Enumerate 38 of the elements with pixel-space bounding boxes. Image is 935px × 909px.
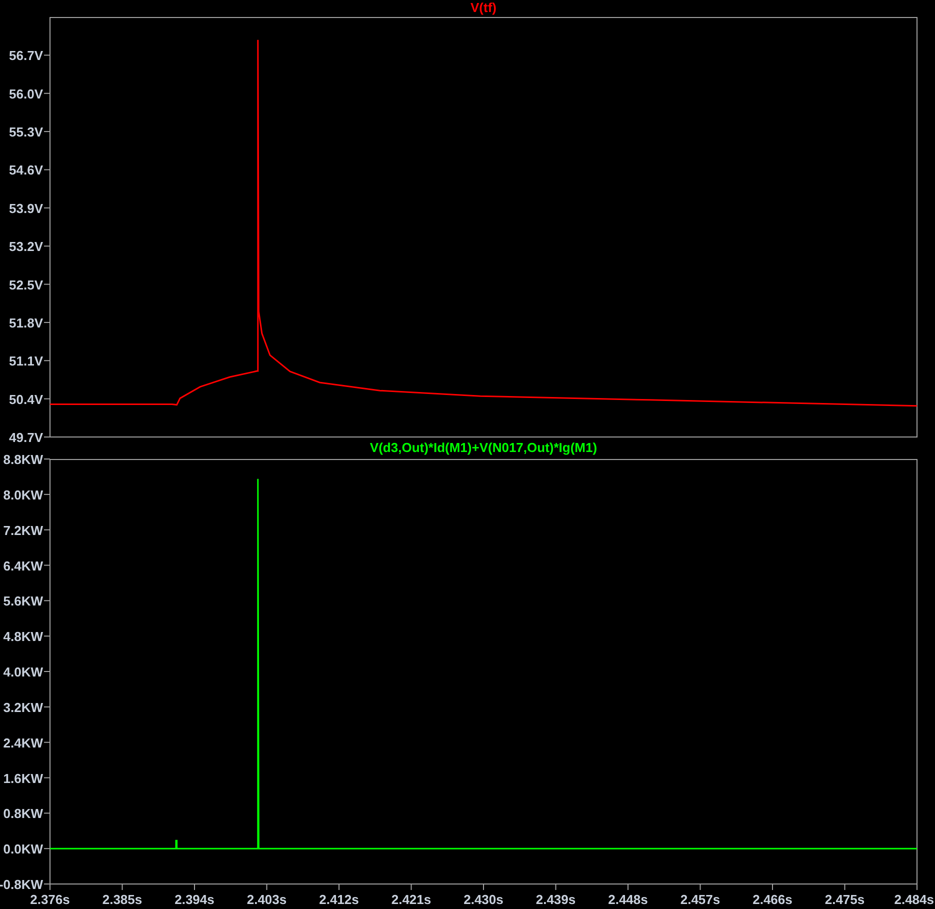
y-tick-label: 0.0KW: [3, 842, 43, 857]
y-tick-label: 54.6V: [9, 162, 43, 178]
x-tick-label: 2.430s: [464, 892, 504, 907]
x-tick-label: 2.403s: [246, 892, 287, 907]
y-tick-label: 53.2V: [9, 239, 43, 254]
y-tick-label: 51.8V: [9, 315, 43, 330]
y-tick-label: 56.0V: [9, 86, 43, 102]
y-tick-label: 7.2KW: [3, 522, 43, 538]
x-tick-label: 2.394s: [174, 892, 214, 907]
x-tick-label: 2.412s: [319, 892, 359, 907]
x-tick-label: 2.385s: [102, 892, 142, 907]
x-tick-label: 2.421s: [391, 892, 432, 907]
chart-title: V(d3,Out)*Id(M1)+V(N017,Out)*Ig(M1): [370, 440, 598, 457]
y-tick-label: 8.8KW: [3, 452, 43, 467]
x-tick-label: 2.466s: [752, 892, 792, 907]
x-tick-label: 2.484s: [894, 892, 934, 907]
x-tick-label: 2.457s: [680, 892, 720, 907]
y-tick-label: 1.6KW: [3, 770, 43, 786]
y-tick-label: 0.8KW: [3, 806, 43, 822]
y-tick-label: 53.9V: [9, 200, 43, 216]
y-tick-label: 51.1V: [9, 354, 43, 369]
y-tick-label: 49.7V: [9, 430, 43, 445]
y-tick-label: 4.8KW: [3, 629, 43, 644]
x-tick-label: 2.475s: [824, 892, 865, 907]
x-tick-label: 2.448s: [608, 892, 648, 907]
y-tick-label: 3.2KW: [3, 700, 43, 715]
y-tick-label: 2.4KW: [3, 735, 43, 750]
y-tick-label: 52.5V: [9, 277, 43, 292]
y-tick-label: 56.7V: [9, 48, 43, 64]
y-tick-label: 5.6KW: [3, 594, 43, 609]
chart-title: V(tf): [470, 0, 496, 17]
y-tick-label: 6.4KW: [3, 558, 43, 574]
x-tick-label: 2.376s: [30, 892, 70, 907]
y-tick-label: 4.0KW: [3, 664, 43, 680]
y-tick-label: 55.3V: [9, 124, 43, 140]
x-tick-label: 2.439s: [536, 892, 576, 907]
y-tick-label: 50.4V: [9, 392, 43, 407]
y-tick-label: 8.0KW: [3, 487, 43, 502]
